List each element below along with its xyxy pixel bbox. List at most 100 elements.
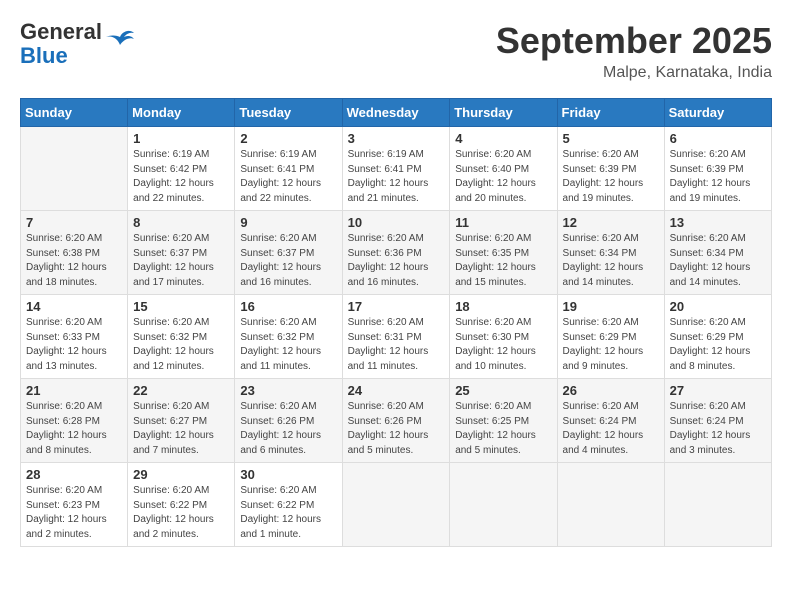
- day-info: Sunrise: 6:20 AM Sunset: 6:31 PM Dayligh…: [348, 316, 445, 374]
- title-area: September 2025 Malpe, Karnataka, India: [496, 20, 772, 82]
- calendar-cell: 19 Sunrise: 6:20 AM Sunset: 6:29 PM Dayli…: [557, 295, 664, 379]
- day-info: Sunrise: 6:20 AM Sunset: 6:34 PM Dayligh…: [563, 232, 659, 290]
- day-number: 17: [348, 299, 445, 314]
- calendar-cell: 1 Sunrise: 6:19 AM Sunset: 6:42 PM Daylig…: [128, 127, 235, 211]
- weekday-header-wednesday: Wednesday: [342, 99, 450, 127]
- calendar-cell: [21, 127, 128, 211]
- calendar-cell: 3 Sunrise: 6:19 AM Sunset: 6:41 PM Daylig…: [342, 127, 450, 211]
- header: General Blue September 2025 Malpe, Karna…: [20, 20, 772, 82]
- calendar-cell: 10Sunrise: 6:20 AM Sunset: 6:36 PM Dayli…: [342, 211, 450, 295]
- day-info: Sunrise: 6:20 AM Sunset: 6:24 PM Dayligh…: [670, 400, 766, 458]
- day-info: Sunrise: 6:19 AM Sunset: 6:41 PM Dayligh…: [348, 148, 445, 206]
- calendar-cell: [342, 463, 450, 547]
- day-number: 19: [563, 299, 659, 314]
- calendar-week-5: 28Sunrise: 6:20 AM Sunset: 6:23 PM Dayli…: [21, 463, 772, 547]
- calendar-week-2: 7Sunrise: 6:20 AM Sunset: 6:38 PM Daylig…: [21, 211, 772, 295]
- day-info: Sunrise: 6:20 AM Sunset: 6:26 PM Dayligh…: [240, 400, 336, 458]
- calendar-cell: 30 Sunrise: 6:20 AM Sunset: 6:22 PM Dayli…: [235, 463, 342, 547]
- day-number: 11: [455, 215, 551, 230]
- day-info: Sunrise: 6:20 AM Sunset: 6:24 PM Dayligh…: [563, 400, 659, 458]
- calendar-cell: 24 Sunrise: 6:20 AM Sunset: 6:26 PM Dayli…: [342, 379, 450, 463]
- calendar-cell: 18Sunrise: 6:20 AM Sunset: 6:30 PM Dayli…: [450, 295, 557, 379]
- day-info: Sunrise: 6:20 AM Sunset: 6:28 PM Dayligh…: [26, 400, 122, 458]
- day-number: 14: [26, 299, 122, 314]
- day-number: 25: [455, 383, 551, 398]
- calendar-cell: 15 Sunrise: 6:20 AM Sunset: 6:32 PM Dayli…: [128, 295, 235, 379]
- day-info: Sunrise: 6:20 AM Sunset: 6:37 PM Dayligh…: [240, 232, 336, 290]
- day-info: Sunrise: 6:20 AM Sunset: 6:25 PM Dayligh…: [455, 400, 551, 458]
- day-info: Sunrise: 6:20 AM Sunset: 6:32 PM Dayligh…: [240, 316, 336, 374]
- day-info: Sunrise: 6:20 AM Sunset: 6:35 PM Dayligh…: [455, 232, 551, 290]
- day-info: Sunrise: 6:20 AM Sunset: 6:26 PM Dayligh…: [348, 400, 445, 458]
- calendar-week-1: 1 Sunrise: 6:19 AM Sunset: 6:42 PM Daylig…: [21, 127, 772, 211]
- calendar-cell: [557, 463, 664, 547]
- weekday-header-saturday: Saturday: [664, 99, 771, 127]
- weekday-header-monday: Monday: [128, 99, 235, 127]
- calendar-cell: 29 Sunrise: 6:20 AM Sunset: 6:22 PM Dayli…: [128, 463, 235, 547]
- day-info: Sunrise: 6:20 AM Sunset: 6:22 PM Dayligh…: [133, 484, 229, 542]
- calendar-cell: 21Sunrise: 6:20 AM Sunset: 6:28 PM Dayli…: [21, 379, 128, 463]
- calendar-cell: 11 Sunrise: 6:20 AM Sunset: 6:35 PM Dayli…: [450, 211, 557, 295]
- weekday-header-sunday: Sunday: [21, 99, 128, 127]
- calendar-cell: 6 Sunrise: 6:20 AM Sunset: 6:39 PM Daylig…: [664, 127, 771, 211]
- calendar-table: SundayMondayTuesdayWednesdayThursdayFrid…: [20, 98, 772, 547]
- day-info: Sunrise: 6:20 AM Sunset: 6:34 PM Dayligh…: [670, 232, 766, 290]
- day-number: 15: [133, 299, 229, 314]
- calendar-cell: 13 Sunrise: 6:20 AM Sunset: 6:34 PM Dayli…: [664, 211, 771, 295]
- day-number: 24: [348, 383, 445, 398]
- day-number: 30: [240, 467, 336, 482]
- calendar-cell: 17 Sunrise: 6:20 AM Sunset: 6:31 PM Dayli…: [342, 295, 450, 379]
- calendar-cell: 12 Sunrise: 6:20 AM Sunset: 6:34 PM Dayli…: [557, 211, 664, 295]
- day-info: Sunrise: 6:20 AM Sunset: 6:33 PM Dayligh…: [26, 316, 122, 374]
- day-info: Sunrise: 6:20 AM Sunset: 6:39 PM Dayligh…: [563, 148, 659, 206]
- day-number: 8: [133, 215, 229, 230]
- logo-bird-icon: [104, 25, 136, 54]
- day-number: 2: [240, 131, 336, 146]
- day-number: 26: [563, 383, 659, 398]
- day-info: Sunrise: 6:20 AM Sunset: 6:39 PM Dayligh…: [670, 148, 766, 206]
- day-info: Sunrise: 6:20 AM Sunset: 6:32 PM Dayligh…: [133, 316, 229, 374]
- logo-blue: Blue: [20, 43, 68, 68]
- day-info: Sunrise: 6:20 AM Sunset: 6:27 PM Dayligh…: [133, 400, 229, 458]
- calendar-header-row: SundayMondayTuesdayWednesdayThursdayFrid…: [21, 99, 772, 127]
- month-title: September 2025: [496, 20, 772, 62]
- calendar-cell: 5 Sunrise: 6:20 AM Sunset: 6:39 PM Daylig…: [557, 127, 664, 211]
- day-number: 13: [670, 215, 766, 230]
- day-info: Sunrise: 6:20 AM Sunset: 6:29 PM Dayligh…: [563, 316, 659, 374]
- calendar-cell: 2Sunrise: 6:19 AM Sunset: 6:41 PM Daylig…: [235, 127, 342, 211]
- day-number: 6: [670, 131, 766, 146]
- day-info: Sunrise: 6:20 AM Sunset: 6:23 PM Dayligh…: [26, 484, 122, 542]
- calendar-cell: 27 Sunrise: 6:20 AM Sunset: 6:24 PM Dayli…: [664, 379, 771, 463]
- calendar-cell: 28Sunrise: 6:20 AM Sunset: 6:23 PM Dayli…: [21, 463, 128, 547]
- day-info: Sunrise: 6:20 AM Sunset: 6:29 PM Dayligh…: [670, 316, 766, 374]
- calendar-cell: 23 Sunrise: 6:20 AM Sunset: 6:26 PM Dayli…: [235, 379, 342, 463]
- day-number: 18: [455, 299, 551, 314]
- calendar-cell: 22 Sunrise: 6:20 AM Sunset: 6:27 PM Dayli…: [128, 379, 235, 463]
- day-number: 29: [133, 467, 229, 482]
- day-info: Sunrise: 6:19 AM Sunset: 6:42 PM Dayligh…: [133, 148, 229, 206]
- day-number: 27: [670, 383, 766, 398]
- day-number: 12: [563, 215, 659, 230]
- day-info: Sunrise: 6:20 AM Sunset: 6:38 PM Dayligh…: [26, 232, 122, 290]
- day-number: 20: [670, 299, 766, 314]
- day-info: Sunrise: 6:20 AM Sunset: 6:22 PM Dayligh…: [240, 484, 336, 542]
- calendar-cell: 25 Sunrise: 6:20 AM Sunset: 6:25 PM Dayli…: [450, 379, 557, 463]
- calendar-cell: 26 Sunrise: 6:20 AM Sunset: 6:24 PM Dayli…: [557, 379, 664, 463]
- logo-general: General: [20, 19, 102, 44]
- day-number: 5: [563, 131, 659, 146]
- calendar-cell: 20 Sunrise: 6:20 AM Sunset: 6:29 PM Dayli…: [664, 295, 771, 379]
- weekday-header-thursday: Thursday: [450, 99, 557, 127]
- calendar-cell: 4Sunrise: 6:20 AM Sunset: 6:40 PM Daylig…: [450, 127, 557, 211]
- calendar-cell: 9 Sunrise: 6:20 AM Sunset: 6:37 PM Daylig…: [235, 211, 342, 295]
- day-number: 9: [240, 215, 336, 230]
- location-subtitle: Malpe, Karnataka, India: [496, 64, 772, 82]
- day-number: 23: [240, 383, 336, 398]
- weekday-header-friday: Friday: [557, 99, 664, 127]
- day-number: 1: [133, 131, 229, 146]
- day-info: Sunrise: 6:20 AM Sunset: 6:40 PM Dayligh…: [455, 148, 551, 206]
- calendar-cell: 16Sunrise: 6:20 AM Sunset: 6:32 PM Dayli…: [235, 295, 342, 379]
- day-number: 3: [348, 131, 445, 146]
- calendar-cell: 7Sunrise: 6:20 AM Sunset: 6:38 PM Daylig…: [21, 211, 128, 295]
- day-info: Sunrise: 6:20 AM Sunset: 6:36 PM Dayligh…: [348, 232, 445, 290]
- day-number: 22: [133, 383, 229, 398]
